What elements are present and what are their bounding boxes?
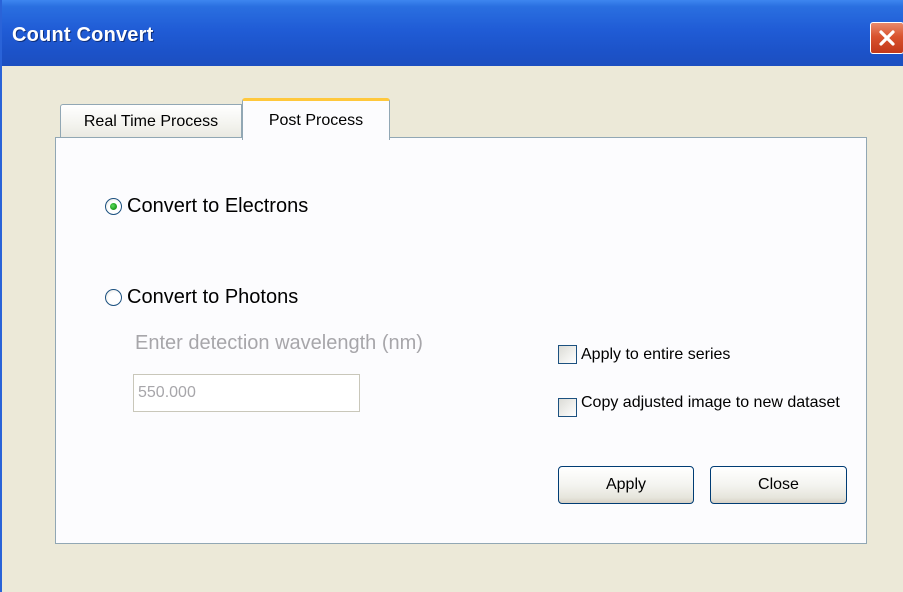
- convert-to-electrons-radio[interactable]: Convert to Electrons: [105, 195, 308, 218]
- tab-post-process[interactable]: Post Process: [242, 98, 390, 140]
- radio-button-selected[interactable]: [105, 198, 122, 215]
- close-x-icon: [877, 28, 897, 48]
- window-title: Count Convert: [12, 24, 154, 46]
- close-button[interactable]: Close: [710, 466, 847, 504]
- copy-adjusted-image-checkbox[interactable]: Copy adjusted image to new dataset: [558, 393, 851, 417]
- radio-selected-dot: [110, 203, 117, 210]
- checkbox-box[interactable]: [558, 345, 577, 364]
- tab-label: Post Process: [268, 111, 364, 129]
- tab-label: Real Time Process: [83, 112, 219, 130]
- convert-to-electrons-label: Convert to Electrons: [127, 195, 309, 217]
- radio-button-unselected[interactable]: [105, 289, 122, 306]
- wavelength-label: Enter detection wavelength (nm): [135, 332, 423, 354]
- apply-to-entire-series-label: Apply to entire series: [581, 346, 731, 363]
- tab-real-time-process[interactable]: Real Time Process: [60, 104, 242, 138]
- window-close-button[interactable]: [870, 22, 903, 54]
- wavelength-input[interactable]: [133, 374, 360, 412]
- checkbox-box[interactable]: [558, 398, 577, 417]
- apply-to-entire-series-checkbox[interactable]: Apply to entire series: [558, 345, 730, 364]
- title-bar[interactable]: Count Convert: [2, 0, 903, 66]
- apply-button[interactable]: Apply: [558, 466, 694, 504]
- count-convert-window: Count Convert Real Time Process Post Pro…: [0, 0, 903, 592]
- copy-adjusted-image-label: Copy adjusted image to new dataset: [581, 394, 840, 411]
- convert-to-photons-label: Convert to Photons: [127, 286, 299, 308]
- convert-to-photons-radio[interactable]: Convert to Photons: [105, 286, 298, 309]
